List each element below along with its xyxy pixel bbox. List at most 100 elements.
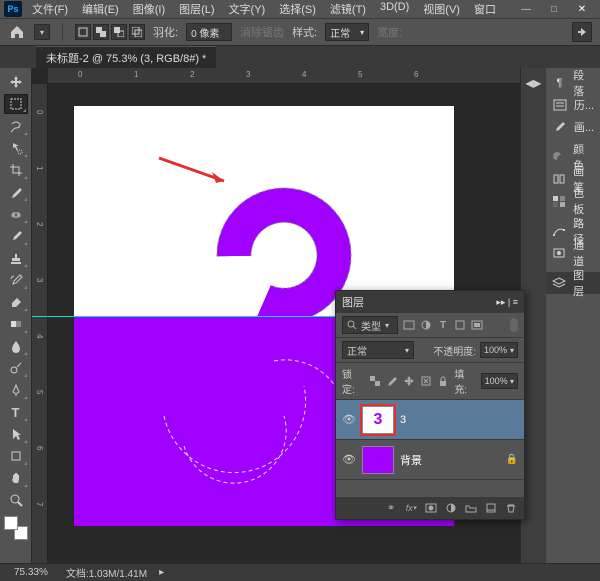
brush-tool[interactable] xyxy=(4,226,28,246)
lock-transparency-icon[interactable] xyxy=(368,374,382,388)
visibility-toggle[interactable]: 👁 xyxy=(342,413,356,427)
new-layer-icon[interactable] xyxy=(484,501,498,515)
eyedropper-tool[interactable] xyxy=(4,182,28,202)
layers-panel-header[interactable]: 图层 ▸▸ | ≡ xyxy=(336,291,524,313)
menu-file[interactable]: 文件(F) xyxy=(26,0,74,19)
eraser-tool[interactable] xyxy=(4,292,28,312)
link-layers-icon[interactable]: ⚭ xyxy=(384,501,398,515)
doc-label: 文档: xyxy=(66,569,89,580)
layer-row-3[interactable]: 👁 3 3 xyxy=(336,400,524,440)
menu-type[interactable]: 文字(Y) xyxy=(223,0,272,19)
menu-view[interactable]: 视图(V) xyxy=(417,0,466,19)
color-swatches[interactable] xyxy=(4,516,28,540)
collapse-toggle-icon[interactable]: ◂▸ xyxy=(524,74,542,92)
annotation-arrow xyxy=(154,156,234,186)
panel-brush[interactable]: 画... xyxy=(546,116,600,138)
layer-thumb-3[interactable]: 3 xyxy=(362,406,394,434)
menu-filter[interactable]: 滤镜(T) xyxy=(324,0,372,19)
layers-panel[interactable]: 图层 ▸▸ | ≡ 类型▾ T 正常▾ 不透明度: 100%▾ 锁定: xyxy=(335,290,525,520)
filter-pixel-icon[interactable] xyxy=(402,318,416,332)
menu-3d[interactable]: 3D(D) xyxy=(374,0,415,19)
panel-history[interactable]: 历... xyxy=(546,94,600,116)
panel-channel[interactable]: 通道 xyxy=(546,242,600,264)
menu-select[interactable]: 选择(S) xyxy=(273,0,322,19)
healing-tool[interactable] xyxy=(4,204,28,224)
group-icon[interactable] xyxy=(464,501,478,515)
shape-tool[interactable] xyxy=(4,446,28,466)
lock-position-icon[interactable] xyxy=(402,374,416,388)
lock-all-icon[interactable] xyxy=(436,374,450,388)
visibility-toggle[interactable]: 👁 xyxy=(342,453,356,467)
selection-new[interactable] xyxy=(75,24,91,40)
lock-artboard-icon[interactable] xyxy=(419,374,433,388)
filter-smart-icon[interactable] xyxy=(470,318,484,332)
ruler-horizontal[interactable]: 0 1 2 3 4 5 6 xyxy=(48,68,520,84)
type-tool[interactable]: T xyxy=(4,402,28,422)
filter-shape-icon[interactable] xyxy=(453,318,467,332)
selection-add[interactable] xyxy=(93,24,109,40)
path-icon xyxy=(552,224,567,238)
selection-subtract[interactable] xyxy=(111,24,127,40)
lock-image-icon[interactable] xyxy=(385,374,399,388)
filter-type-icon[interactable]: T xyxy=(436,318,450,332)
menu-bar: 文件(F) 编辑(E) 图像(I) 图层(L) 文字(Y) 选择(S) 滤镜(T… xyxy=(26,0,502,19)
tool-preset-dropdown[interactable]: ▾ xyxy=(34,24,50,40)
separator xyxy=(62,23,63,41)
ruler-vertical[interactable]: 0 1 2 3 4 5 6 7 xyxy=(32,84,48,563)
layers-panel-footer: ⚭ fx▾ xyxy=(336,497,524,519)
menu-image[interactable]: 图像(I) xyxy=(127,0,171,19)
menu-window[interactable]: 窗口 xyxy=(468,0,502,19)
layer-name[interactable]: 3 xyxy=(400,414,406,426)
hand-tool[interactable] xyxy=(4,468,28,488)
opacity-input[interactable]: 100%▾ xyxy=(480,342,518,358)
menu-edit[interactable]: 编辑(E) xyxy=(76,0,125,19)
menu-layer[interactable]: 图层(L) xyxy=(173,0,220,19)
fill-input[interactable]: 100%▾ xyxy=(481,373,518,389)
filter-adjust-icon[interactable] xyxy=(419,318,433,332)
dodge-tool[interactable] xyxy=(4,358,28,378)
history-brush-tool[interactable] xyxy=(4,270,28,290)
window-maximize[interactable]: □ xyxy=(540,0,568,18)
mask-icon[interactable] xyxy=(424,501,438,515)
fx-icon[interactable]: fx▾ xyxy=(404,501,418,515)
style-dropdown[interactable]: 正常▾ xyxy=(325,23,369,41)
doc-size: 1.03M/1.41M xyxy=(89,569,147,580)
filter-toggle[interactable] xyxy=(510,318,518,332)
panel-paragraph[interactable]: ¶段落 xyxy=(546,72,600,94)
panel-layer[interactable]: 图层 xyxy=(546,272,600,294)
panel-swatch[interactable]: 色板 xyxy=(546,190,600,212)
zoom-percent[interactable]: 75.33% xyxy=(8,567,54,578)
right-panel-group: ◂▸ ¶段落 历... 画... 颜色 画笔 色板 路径 通道 图层 xyxy=(520,68,600,563)
titlebar: Ps 文件(F) 编辑(E) 图像(I) 图层(L) 文字(Y) 选择(S) 滤… xyxy=(0,0,600,18)
document-tab[interactable]: 未标题-2 @ 75.3% (3, RGB/8#) * xyxy=(36,46,216,69)
trash-icon[interactable] xyxy=(504,501,518,515)
lock-icon: 🔒 xyxy=(506,454,518,465)
home-icon[interactable] xyxy=(8,24,26,40)
quick-select-tool[interactable] xyxy=(4,138,28,158)
zoom-tool[interactable] xyxy=(4,490,28,510)
window-minimize[interactable]: — xyxy=(512,0,540,18)
share-icon[interactable] xyxy=(572,22,592,42)
move-tool[interactable] xyxy=(4,72,28,92)
layers-panel-title: 图层 xyxy=(342,294,364,310)
gradient-tool[interactable] xyxy=(4,314,28,334)
layer-row-background[interactable]: 👁 背景 🔒 xyxy=(336,440,524,480)
selection-intersect[interactable] xyxy=(129,24,145,40)
pen-tool[interactable] xyxy=(4,380,28,400)
adjustment-icon[interactable] xyxy=(444,501,458,515)
window-close[interactable]: ✕ xyxy=(568,0,596,18)
style-label: 样式: xyxy=(292,24,317,40)
marquee-tool[interactable] xyxy=(4,94,28,114)
path-select-tool[interactable] xyxy=(4,424,28,444)
lasso-tool[interactable] xyxy=(4,116,28,136)
foreground-color[interactable] xyxy=(4,516,18,530)
stamp-tool[interactable] xyxy=(4,248,28,268)
status-dropdown[interactable]: ▸ xyxy=(159,567,164,578)
layer-filter-dropdown[interactable]: 类型▾ xyxy=(342,316,398,334)
layer-name[interactable]: 背景 xyxy=(400,452,422,468)
crop-tool[interactable] xyxy=(4,160,28,180)
blend-mode-dropdown[interactable]: 正常▾ xyxy=(342,341,414,359)
blur-tool[interactable] xyxy=(4,336,28,356)
layer-thumb-bg[interactable] xyxy=(362,446,394,474)
feather-input[interactable]: 0 像素 xyxy=(186,23,232,41)
